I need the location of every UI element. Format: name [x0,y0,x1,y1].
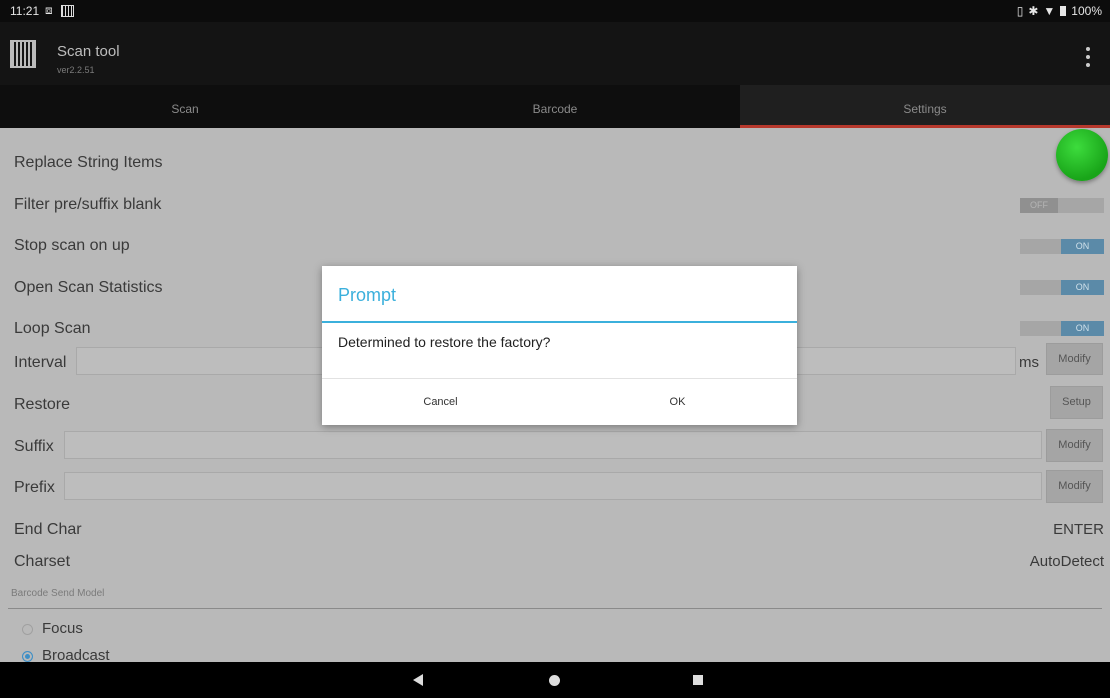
section-divider [8,608,1102,609]
scan-fab-button[interactable] [1056,129,1108,181]
dialog-message: Determined to restore the factory? [338,334,551,350]
radio-broadcast[interactable] [22,651,33,662]
toggle-state: ON [1061,239,1104,254]
charset-value[interactable]: AutoDetect [1030,553,1104,570]
stop-scan-toggle[interactable]: ON [1020,239,1104,254]
scanner-status-icon [61,5,74,17]
filter-blank-toggle[interactable]: OFF [1020,198,1104,213]
notification-icon: ⧈ [45,3,53,17]
dialog-ok-button[interactable]: OK [559,380,796,425]
wifi-icon: ▼ [1043,4,1056,18]
status-time: 11:21 [10,4,40,18]
end-char-label: End Char [14,521,82,538]
send-model-section-title: Barcode Send Model [11,588,105,599]
tab-scan[interactable]: Scan [0,85,370,128]
replace-string-items[interactable]: Replace String Items [14,154,163,172]
toggle-state: ON [1061,280,1104,295]
suffix-input[interactable] [64,431,1042,459]
interval-modify-button[interactable]: Modify [1046,343,1103,375]
end-char-value[interactable]: ENTER [1053,521,1104,538]
dialog-title-divider [322,321,797,323]
dialog-button-divider [322,378,797,379]
loop-scan-label: Loop Scan [14,320,91,337]
charset-label: Charset [14,553,71,570]
status-right: ▯ ✱ ▼ 100% [1017,4,1102,18]
restore-setup-button[interactable]: Setup [1050,386,1103,419]
home-icon[interactable] [549,675,560,686]
loop-scan-toggle[interactable]: ON [1020,321,1104,336]
app-version: ver2.2.51 [57,65,95,75]
suffix-label: Suffix [14,438,54,455]
phone-icon: ▯ [1016,4,1024,18]
suffix-modify-button[interactable]: Modify [1046,429,1103,462]
radio-focus-label: Focus [42,620,83,637]
prefix-input[interactable] [64,472,1042,500]
barcode-logo-icon [10,40,36,68]
status-bar: 11:21 ⧈ ▯ ✱ ▼ 100% [0,0,1110,22]
navigation-bar [0,662,1110,698]
app-title: Scan tool [57,43,120,60]
restore-label: Restore [14,396,71,413]
recents-icon[interactable] [693,675,703,685]
dialog-title: Prompt [338,285,397,305]
battery-icon [1060,6,1067,16]
interval-label: Interval [14,354,67,371]
prefix-modify-button[interactable]: Modify [1046,470,1103,503]
confirm-dialog: Prompt Determined to restore the factory… [322,266,797,425]
scan-stats-label: Open Scan Statistics [14,279,163,296]
dialog-cancel-button[interactable]: Cancel [322,380,559,425]
toggle-state: OFF [1020,198,1058,213]
filter-blank-label: Filter pre/suffix blank [14,196,162,213]
toggle-state: ON [1061,321,1104,336]
battery-percent: 100% [1071,4,1102,18]
overflow-menu-icon[interactable] [1086,47,1090,67]
interval-unit: ms [1019,354,1039,371]
tab-bar: Scan Barcode Settings [0,85,1110,128]
back-icon[interactable] [413,674,423,686]
bluetooth-icon: ✱ [1028,4,1039,18]
scan-stats-toggle[interactable]: ON [1020,280,1104,295]
radio-focus[interactable] [22,624,33,635]
app-bar: Scan tool ver2.2.51 [0,22,1110,85]
stop-scan-label: Stop scan on up [14,237,130,254]
tab-settings[interactable]: Settings [740,85,1110,128]
prefix-label: Prefix [14,479,55,496]
tab-barcode[interactable]: Barcode [370,85,740,128]
